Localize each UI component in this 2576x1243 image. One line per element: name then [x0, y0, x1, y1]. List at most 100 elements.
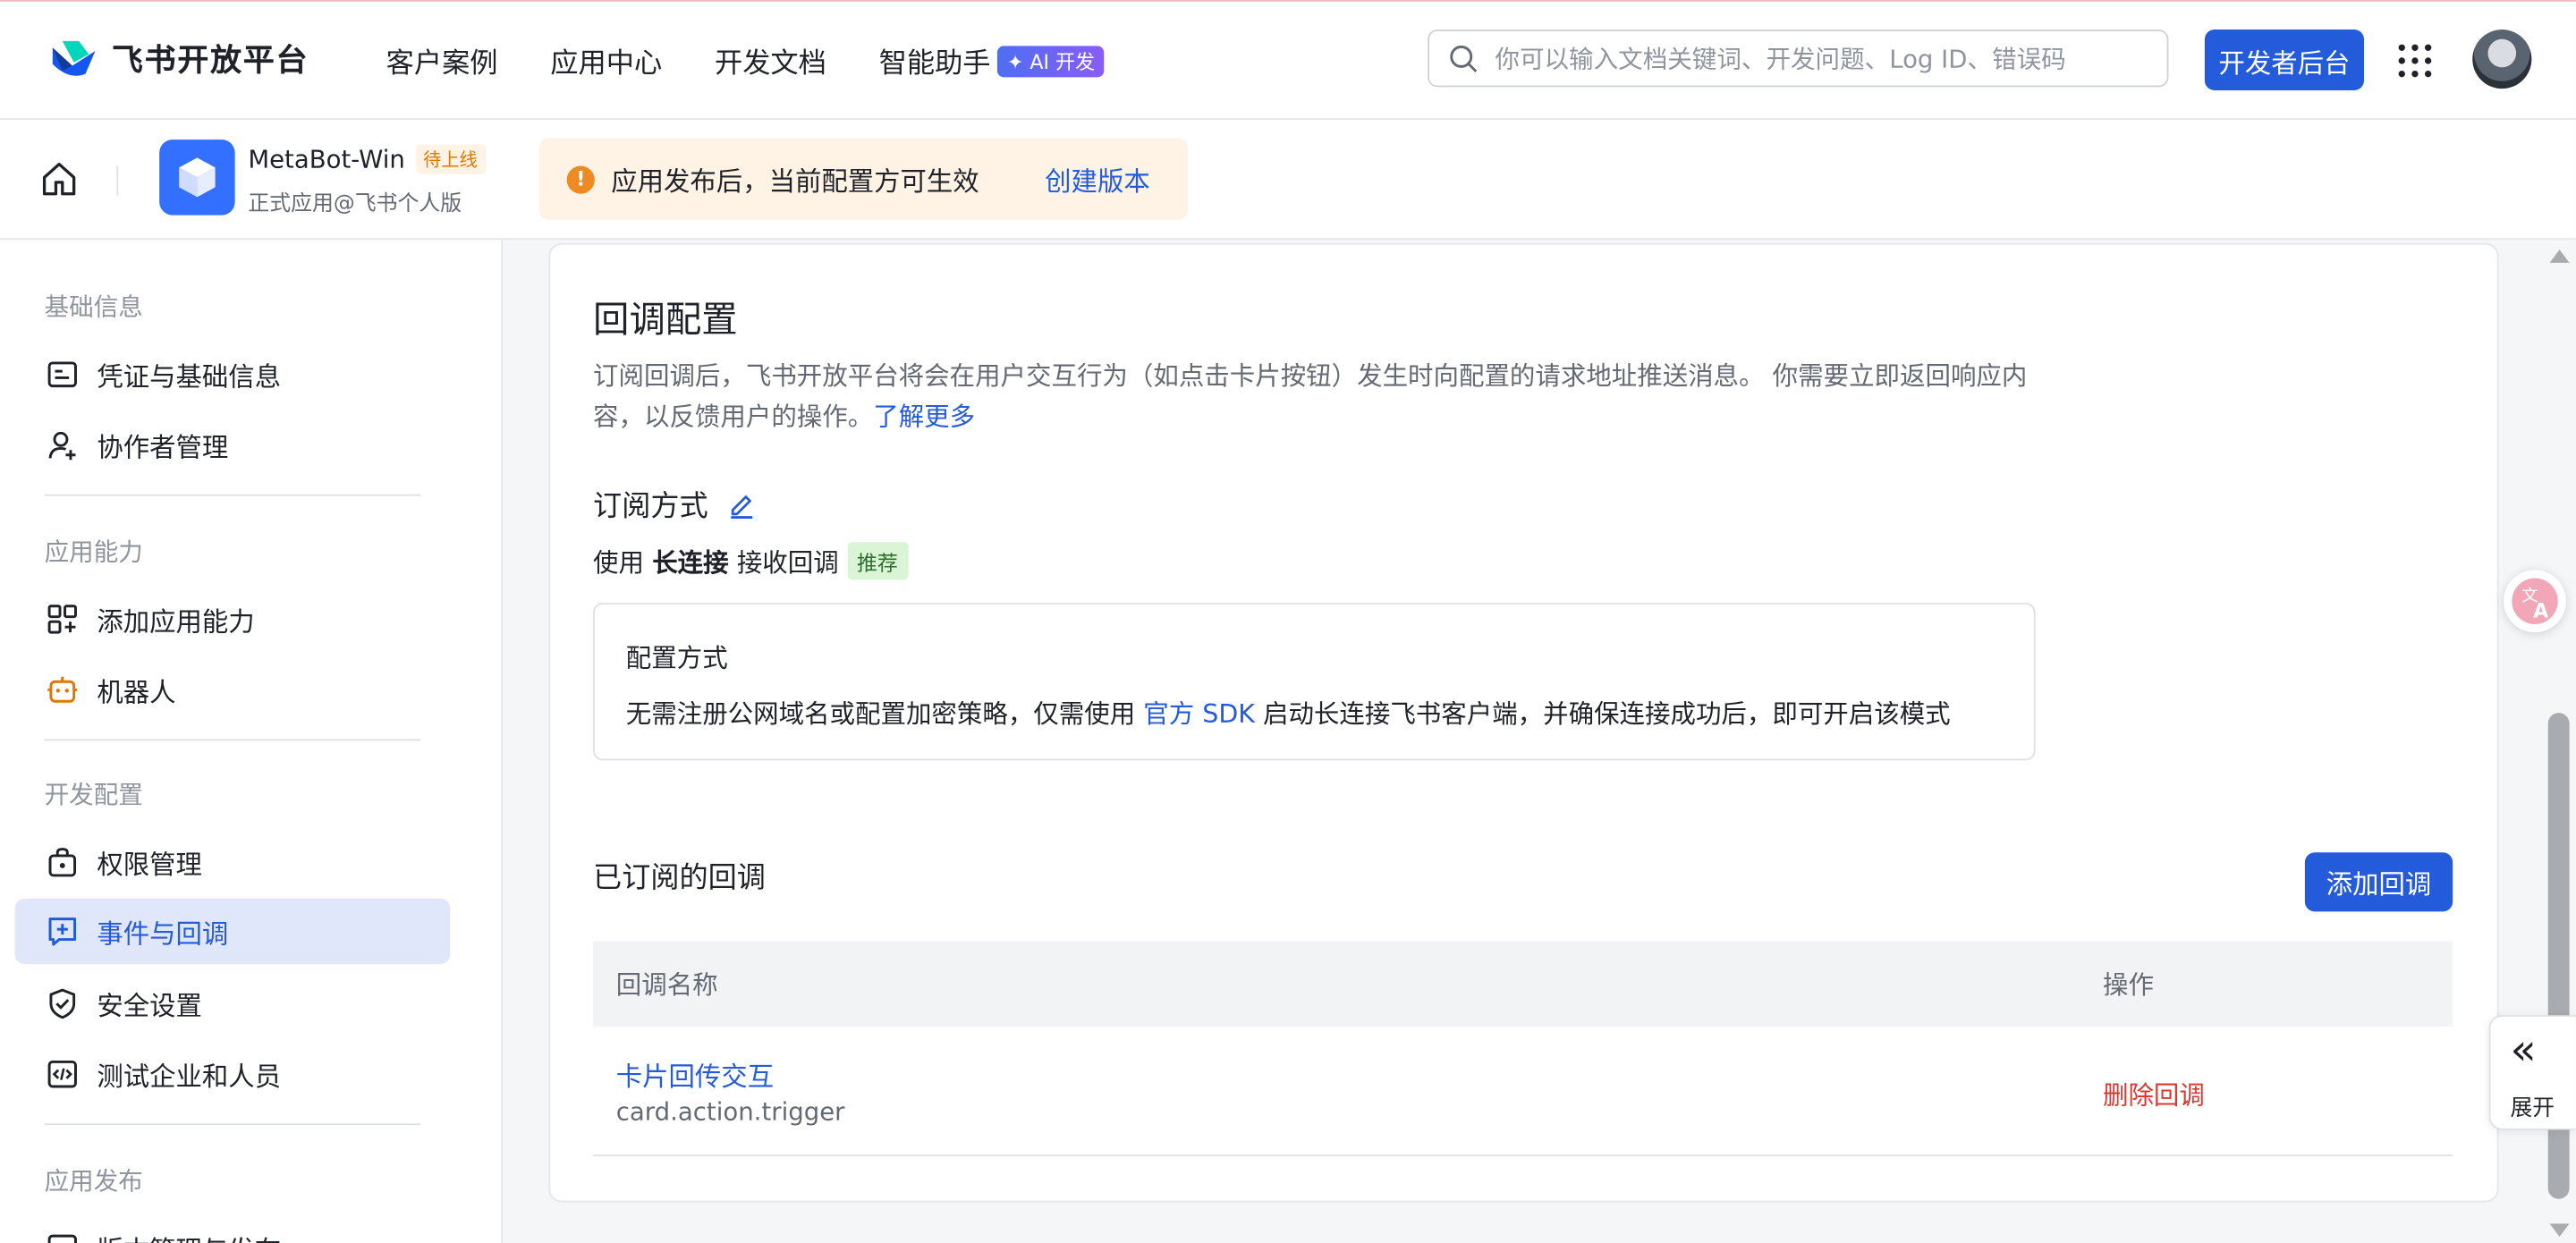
- recommended-badge: 推荐: [846, 542, 908, 580]
- sidebar-divider: [44, 1123, 421, 1126]
- id-card-icon: [45, 357, 80, 393]
- mode-suffix: 接收回调: [736, 547, 839, 578]
- status-badge: 待上线: [414, 144, 486, 174]
- nav-dev-docs[interactable]: 开发文档: [715, 39, 826, 80]
- search-icon: [1450, 44, 1478, 72]
- sidebar-item-bot[interactable]: 机器人: [15, 657, 451, 723]
- sidebar-item-label: 协作者管理: [97, 432, 229, 463]
- config-method-box: 配置方式 无需注册公网域名或配置加密策略，仅需使用 官方 SDK 启动长连接飞书…: [593, 603, 2036, 761]
- delete-callback-button[interactable]: 删除回调: [2103, 1076, 2205, 1112]
- top-navbar: 飞书开放平台 客户案例 应用中心 开发文档 智能助手✦ AI 开发 开发者后台: [0, 0, 2576, 121]
- nav-smart-assistant-label: 智能助手: [878, 47, 991, 80]
- robot-icon: [45, 672, 80, 707]
- release-notice: ! 应用发布后，当前配置方可生效 创建版本: [538, 138, 1188, 221]
- warning-icon: !: [566, 165, 595, 193]
- callback-name-link[interactable]: 卡片回传交互: [616, 1054, 774, 1094]
- sidebar-item-label: 安全设置: [97, 990, 202, 1022]
- subscription-mode-title: 订阅方式: [593, 491, 708, 524]
- config-method-title: 配置方式: [625, 643, 728, 674]
- page-description: 订阅回调后，飞书开放平台将会在用户交互行为（如点击卡片按钮）发生时向配置的请求地…: [593, 357, 2072, 439]
- user-add-icon: [45, 427, 80, 463]
- sidebar-section-basic: 基础信息: [44, 292, 143, 322]
- nav-customer-cases[interactable]: 客户案例: [386, 39, 498, 80]
- table-row: 卡片回传交互 card.action.trigger 删除回调: [593, 1027, 2453, 1157]
- add-callback-button[interactable]: 添加回调: [2304, 852, 2453, 912]
- brand-name: 飞书开放平台: [111, 42, 309, 80]
- apps-add-icon: [45, 601, 80, 637]
- app-name: MetaBot-Win: [248, 144, 405, 174]
- translate-button[interactable]: 文 A: [2504, 570, 2566, 633]
- create-version-link[interactable]: 创建版本: [1045, 159, 1150, 199]
- cube-icon: [179, 157, 216, 198]
- table-header: 回调名称 操作: [593, 941, 2453, 1027]
- app-subtitle: 正式应用@飞书个人版: [248, 191, 462, 217]
- user-avatar[interactable]: [2472, 30, 2532, 89]
- description-text: 订阅回调后，飞书开放平台将会在用户交互行为（如点击卡片按钮）发生时向配置的请求地…: [593, 361, 2028, 433]
- sidebar-section-release: 应用发布: [44, 1166, 143, 1196]
- ai-badge: ✦ AI 开发: [996, 46, 1106, 78]
- feishu-logo-icon: [52, 39, 96, 75]
- column-header-name: 回调名称: [615, 970, 718, 1001]
- nav-smart-assistant[interactable]: 智能助手 ✦ AI 开发: [878, 39, 1106, 80]
- config-method-desc: 无需注册公网域名或配置加密策略，仅需使用 官方 SDK 启动长连接飞书客户端，并…: [626, 695, 1951, 731]
- ai-badge-label: AI 开发: [1030, 50, 1096, 74]
- sidebar-section-dev-config: 开发配置: [44, 780, 143, 810]
- subscription-mode-line: 使用 长连接 接收回调 推荐: [593, 542, 908, 580]
- scroll-up-arrow-icon[interactable]: [2549, 249, 2570, 263]
- top-accent-line: [0, 0, 2576, 2]
- sidebar-item-credentials[interactable]: 凭证与基础信息: [15, 342, 451, 407]
- app-title: MetaBot-Win 待上线: [248, 144, 486, 174]
- sidebar-section-capability: 应用能力: [44, 537, 143, 567]
- sidebar-item-collaborators[interactable]: 协作者管理: [15, 412, 451, 478]
- feishu-logo[interactable]: 飞书开放平台: [49, 36, 309, 80]
- nav-app-center[interactable]: 应用中心: [550, 39, 662, 80]
- sidebar-item-test-org[interactable]: 测试企业和人员: [15, 1041, 451, 1106]
- expand-panel-button[interactable]: « 展开: [2488, 1015, 2576, 1130]
- sidebar-item-label: 机器人: [97, 676, 176, 708]
- sidebar-item-events-callbacks[interactable]: 事件与回调: [14, 898, 451, 965]
- sidebar-item-permissions[interactable]: 权限管理: [15, 830, 451, 895]
- callback-config-card: 回调配置 订阅回调后，飞书开放平台将会在用户交互行为（如点击卡片按钮）发生时向配…: [548, 242, 2499, 1203]
- page-title: 回调配置: [593, 300, 738, 342]
- sparkle-icon: ✦: [1006, 50, 1024, 74]
- subscription-mode-header: 订阅方式: [593, 485, 756, 526]
- translate-icon: 文 A: [2512, 578, 2558, 624]
- main-nav: 客户案例 应用中心 开发文档 智能助手 ✦ AI 开发: [386, 39, 1106, 80]
- sidebar-divider: [44, 739, 421, 741]
- shield-icon: [45, 985, 80, 1021]
- scroll-down-arrow-icon[interactable]: [2549, 1223, 2570, 1238]
- sidebar-item-security[interactable]: 安全设置: [15, 970, 451, 1036]
- app-header: MetaBot-Win 待上线 正式应用@飞书个人版 ! 应用发布后，当前配置方可…: [0, 120, 2576, 241]
- learn-more-link[interactable]: 了解更多: [873, 402, 975, 432]
- mode-prefix: 使用: [593, 547, 645, 578]
- code-icon: [45, 1056, 80, 1092]
- search-box[interactable]: [1428, 30, 2169, 88]
- svg-text:A: A: [2533, 601, 2548, 623]
- sidebar: 基础信息 凭证与基础信息 协作者管理 应用能力 添加应用能力 机器人 开发配置 …: [0, 240, 504, 1243]
- config-desc-after: 启动长连接飞书客户端，并确保连接成功后，即可开启该模式: [1262, 699, 1951, 730]
- edit-icon[interactable]: [728, 491, 756, 519]
- sidebar-item-version-release[interactable]: 版本管理与发布: [15, 1215, 451, 1243]
- column-header-action: 操作: [2102, 970, 2154, 1001]
- header-divider: [116, 165, 119, 196]
- apps-grid-icon[interactable]: [2398, 44, 2432, 78]
- sidebar-item-add-capability[interactable]: 添加应用能力: [15, 587, 451, 652]
- home-icon[interactable]: [39, 159, 79, 199]
- developer-console-button[interactable]: 开发者后台: [2204, 30, 2365, 91]
- sidebar-item-label: 版本管理与发布: [97, 1229, 281, 1243]
- expand-label: 展开: [2510, 1095, 2555, 1122]
- callback-key: card.action.trigger: [615, 1096, 845, 1127]
- config-desc-before: 无需注册公网域名或配置加密策略，仅需使用: [625, 699, 1136, 730]
- official-sdk-link[interactable]: 官方 SDK: [1143, 699, 1255, 729]
- double-chevron-left-icon: «: [2510, 1026, 2537, 1077]
- subscribed-callbacks-title: 已订阅的回调: [593, 862, 766, 896]
- permission-icon: [45, 844, 80, 880]
- search-input[interactable]: [1491, 41, 2167, 75]
- sidebar-item-label: 测试企业和人员: [97, 1061, 282, 1093]
- sidebar-item-label: 事件与回调: [97, 917, 229, 950]
- sidebar-item-label: 添加应用能力: [97, 605, 255, 638]
- version-icon: [45, 1230, 80, 1243]
- callbacks-table: 回调名称 操作 卡片回传交互 card.action.trigger 删除回调: [593, 941, 2453, 1157]
- sidebar-item-label: 权限管理: [97, 849, 202, 881]
- app-cube-icon: [159, 140, 235, 216]
